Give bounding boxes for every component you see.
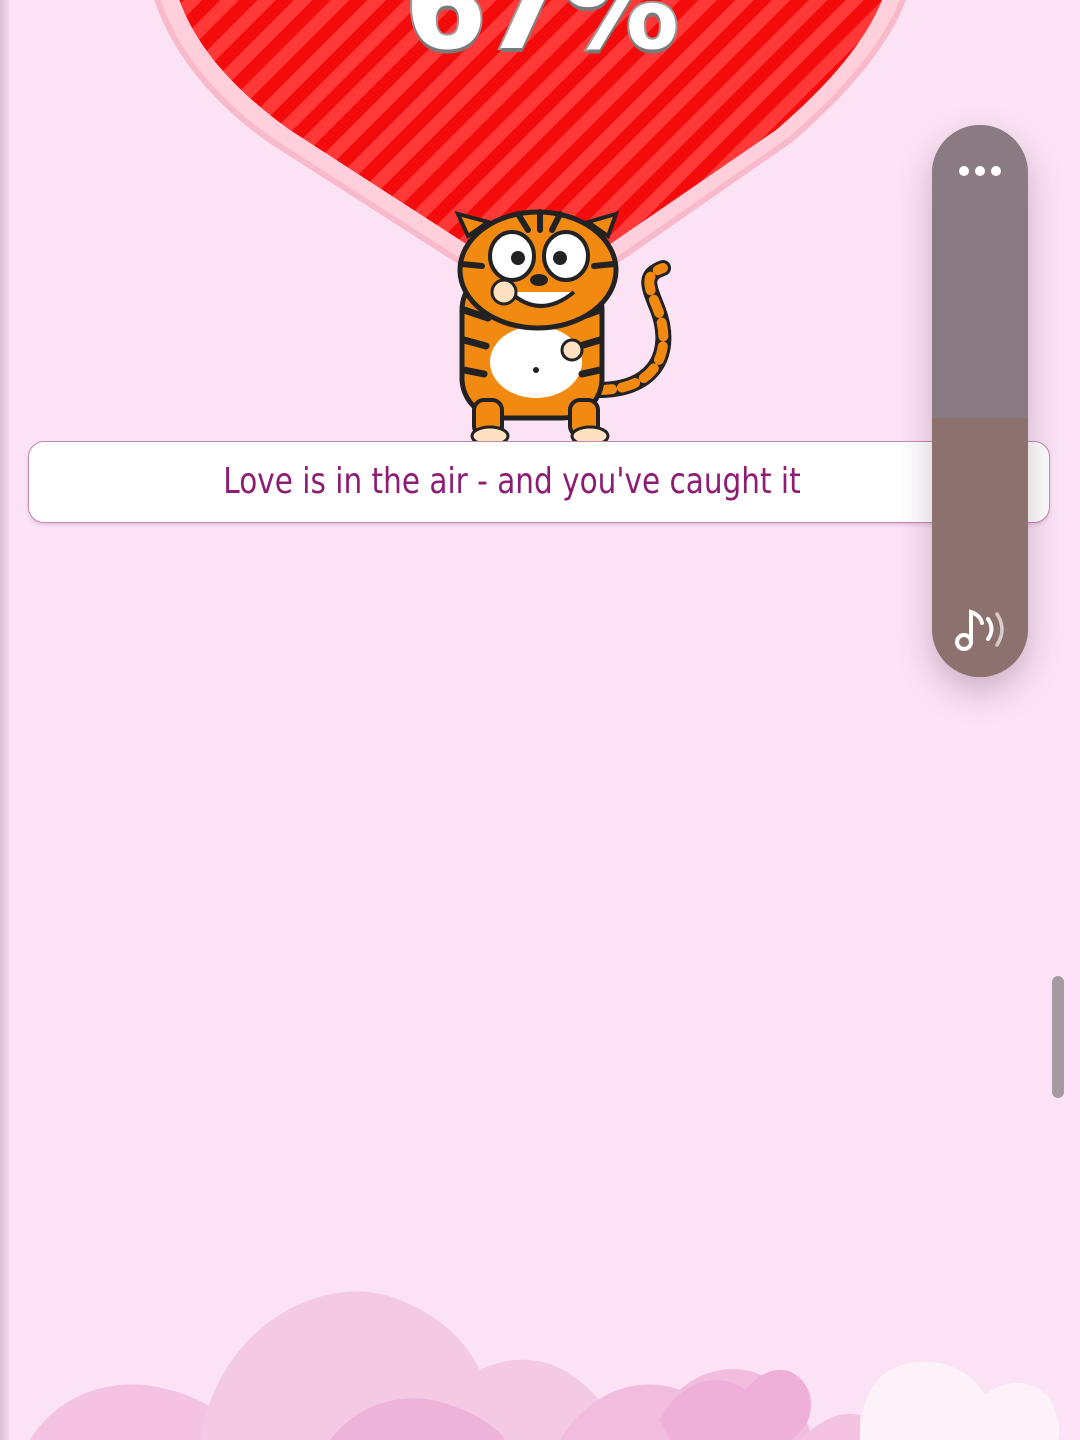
music-note-sound-icon[interactable] [952,607,1010,653]
result-message: Love is in the air - and you've caught i… [223,461,801,502]
scrollbar-thumb[interactable] [1052,976,1064,1098]
tiger-mascot-image [454,209,672,447]
more-horizontal-icon[interactable] [956,161,1004,181]
volume-panel[interactable] [932,125,1028,677]
decorative-hearts [30,1291,1060,1440]
compatibility-percent: 67% [403,0,681,78]
